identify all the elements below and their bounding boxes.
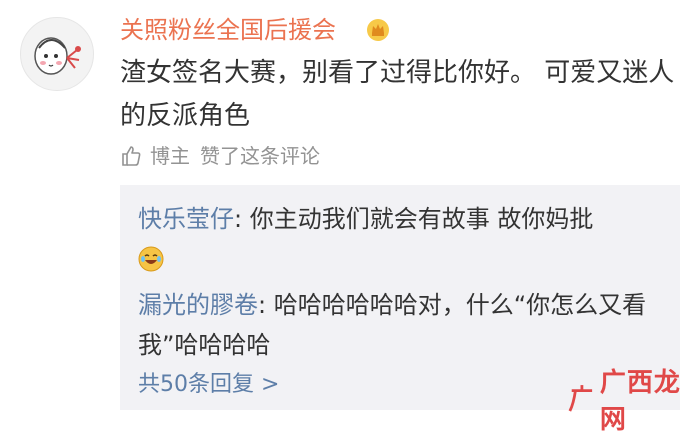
thumbs-up-icon [122, 146, 141, 166]
watermark-text: 广西龙网 [599, 368, 681, 435]
crown-icon [366, 18, 390, 42]
comment-text: 渣女签名大赛，别看了过得比你好。 可爱又迷人的反派角色 [120, 58, 675, 131]
reply-item: 漏光的膠卷: 哈哈哈哈哈哈对，什么“你怎么又看我”哈哈哈哈 [138, 285, 648, 365]
liked-by-label[interactable]: 博主 [150, 140, 190, 172]
reply-item: 快乐莹仔: 你主动我们就会有故事 故你妈批 [138, 199, 648, 279]
reply-author[interactable]: 快乐莹仔 [138, 205, 234, 233]
reply-author[interactable]: 漏光的膠卷 [138, 291, 258, 319]
liked-text: 赞了这条评论 [200, 144, 320, 168]
comment-username[interactable]: 关照粉丝全国后援会 [120, 12, 336, 48]
watermark-logo-icon [568, 385, 593, 412]
avatar[interactable] [20, 17, 94, 91]
avatar-drawing [34, 37, 81, 75]
reply-text: : 你主动我们就会有故事 故你妈批 [234, 205, 594, 233]
watermark: 广西龙网 [568, 362, 700, 436]
liked-by-author-row: 博主 赞了这条评论 [120, 140, 320, 172]
more-replies-link[interactable]: 共50条回复 > [138, 367, 279, 403]
laughing-tears-emoji-icon [138, 244, 164, 272]
